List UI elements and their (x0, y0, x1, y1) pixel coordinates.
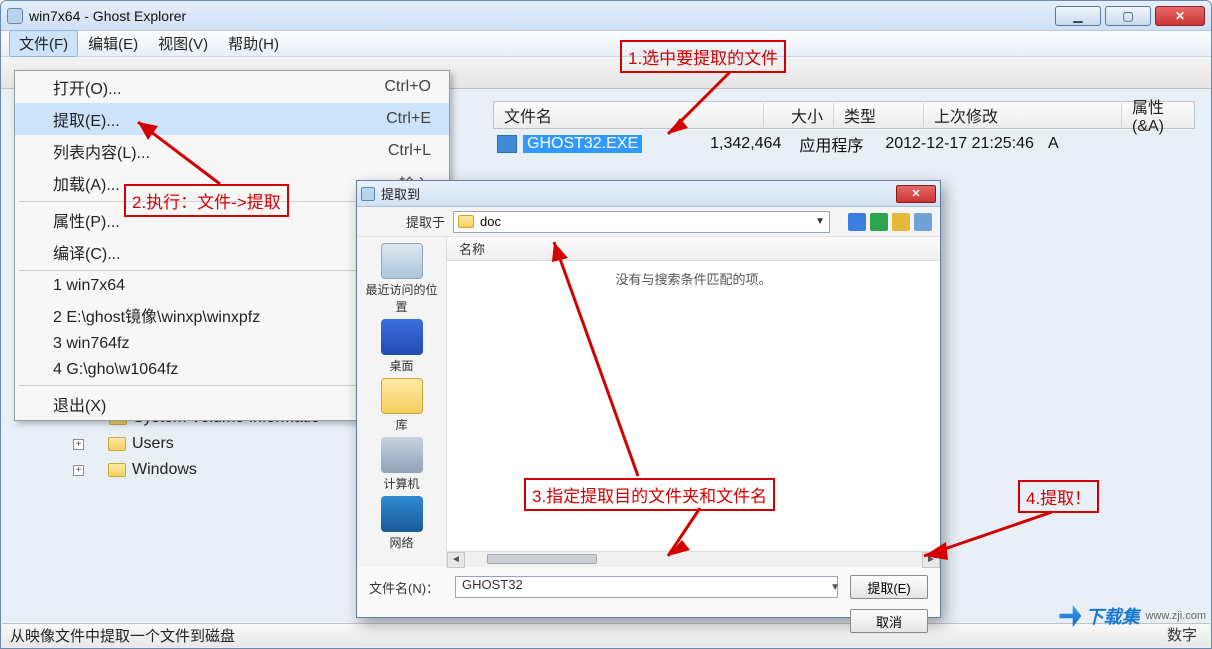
status-text: 从映像文件中提取一个文件到磁盘 (10, 625, 235, 646)
menu-file[interactable]: 文件(F) (9, 30, 78, 57)
folder-icon (108, 463, 126, 477)
filename-label: 文件名(N)： (369, 578, 445, 597)
place-recent[interactable]: 最近访问的位置 (363, 243, 441, 315)
place-network[interactable]: 网络 (363, 496, 441, 551)
libraries-icon (381, 378, 423, 414)
menu-list[interactable]: 列表内容(L)...Ctrl+L (15, 135, 449, 167)
dialog-titlebar[interactable]: 提取到 (357, 181, 940, 207)
dialog-title: 提取到 (381, 184, 420, 203)
exe-icon (497, 135, 517, 153)
desktop-icon (381, 319, 423, 355)
annotation-4: 4.提取！ (1018, 480, 1099, 513)
place-computer[interactable]: 计算机 (363, 437, 441, 492)
window-title: win7x64 - Ghost Explorer (29, 8, 1055, 24)
col-name[interactable]: 文件名 (494, 103, 764, 127)
savein-label: 提取于 (365, 212, 445, 231)
file-size-cell: 1,342,464 (710, 135, 781, 153)
maximize-button[interactable] (1105, 6, 1151, 26)
menu-edit[interactable]: 编辑(E) (78, 30, 148, 57)
minimize-button[interactable] (1055, 6, 1101, 26)
scroll-thumb[interactable] (487, 554, 597, 564)
filelist-header: 文件名 大小 类型 上次修改 属性(&A) (493, 101, 1195, 129)
menu-help[interactable]: 帮助(H) (218, 30, 289, 57)
cancel-button[interactable]: 取消 (850, 609, 928, 633)
file-type-cell: 应用程序 (799, 132, 863, 156)
annotation-3: 3.指定提取目的文件夹和文件名 (524, 478, 775, 511)
tree-item-users[interactable]: +Users (73, 431, 320, 457)
menu-view[interactable]: 视图(V) (148, 30, 218, 57)
new-folder-icon[interactable] (892, 213, 910, 231)
annotation-2: 2.执行：文件->提取 (124, 184, 289, 217)
watermark: 下载集 www.zji.com (1059, 603, 1206, 629)
menubar: 文件(F) 编辑(E) 视图(V) 帮助(H) (1, 31, 1211, 57)
file-name-cell[interactable]: GHOST32.EXE (523, 135, 642, 153)
computer-icon (381, 437, 423, 473)
dialog-icon (361, 187, 375, 201)
scroll-right-icon[interactable]: ► (922, 552, 940, 568)
dialog-toolbar: 提取于 doc ▼ (357, 207, 940, 237)
extract-button[interactable]: 提取(E) (850, 575, 928, 599)
app-icon (7, 8, 23, 24)
place-desktop[interactable]: 桌面 (363, 319, 441, 374)
recent-icon (381, 243, 423, 279)
chevron-down-icon: ▼ (815, 216, 825, 227)
network-icon (381, 496, 423, 532)
folder-icon (458, 215, 474, 228)
folder-icon (108, 437, 126, 451)
filename-input[interactable]: GHOST32 (455, 576, 838, 598)
extract-dialog: 提取到 提取于 doc ▼ 最近访问的位置 桌面 库 计算机 网络 名称 没有与… (356, 180, 941, 618)
chevron-down-icon[interactable]: ▼ (830, 582, 840, 593)
nav-back-icon[interactable] (848, 213, 866, 231)
watermark-logo-icon (1059, 605, 1081, 627)
file-modified-cell: 2012-12-17 21:25:46 (885, 135, 1034, 153)
list-col-name[interactable]: 名称 (447, 237, 940, 261)
tree-item-windows[interactable]: +Windows (73, 457, 320, 483)
menu-extract[interactable]: 提取(E)...Ctrl+E (15, 103, 449, 135)
dialog-file-list: 名称 没有与搜索条件匹配的项。 ◄ ► (447, 237, 940, 567)
col-type[interactable]: 类型 (834, 103, 924, 127)
annotation-1: 1.选中要提取的文件 (620, 40, 786, 73)
expand-icon[interactable]: + (73, 465, 84, 476)
savein-value: doc (480, 214, 501, 229)
dialog-close-button[interactable] (896, 185, 936, 203)
savein-combo[interactable]: doc ▼ (453, 211, 830, 233)
menu-open[interactable]: 打开(O)...Ctrl+O (15, 71, 449, 103)
watermark-url: www.zji.com (1145, 610, 1206, 622)
col-attr[interactable]: 属性(&A) (1122, 94, 1194, 136)
file-attr-cell: A (1048, 135, 1059, 153)
places-bar: 最近访问的位置 桌面 库 计算机 网络 (357, 237, 447, 567)
file-row[interactable]: GHOST32.EXE 1,342,464 应用程序 2012-12-17 21… (493, 131, 1195, 157)
place-libraries[interactable]: 库 (363, 378, 441, 433)
close-button[interactable] (1155, 6, 1205, 26)
scroll-left-icon[interactable]: ◄ (447, 552, 465, 568)
expand-icon[interactable]: + (73, 439, 84, 450)
horizontal-scrollbar[interactable]: ◄ ► (447, 551, 940, 567)
main-titlebar[interactable]: win7x64 - Ghost Explorer (1, 1, 1211, 31)
watermark-brand: 下载集 (1085, 603, 1139, 629)
nav-up-icon[interactable] (870, 213, 888, 231)
views-icon[interactable] (914, 213, 932, 231)
col-size[interactable]: 大小 (764, 103, 834, 127)
col-modified[interactable]: 上次修改 (924, 103, 1122, 127)
